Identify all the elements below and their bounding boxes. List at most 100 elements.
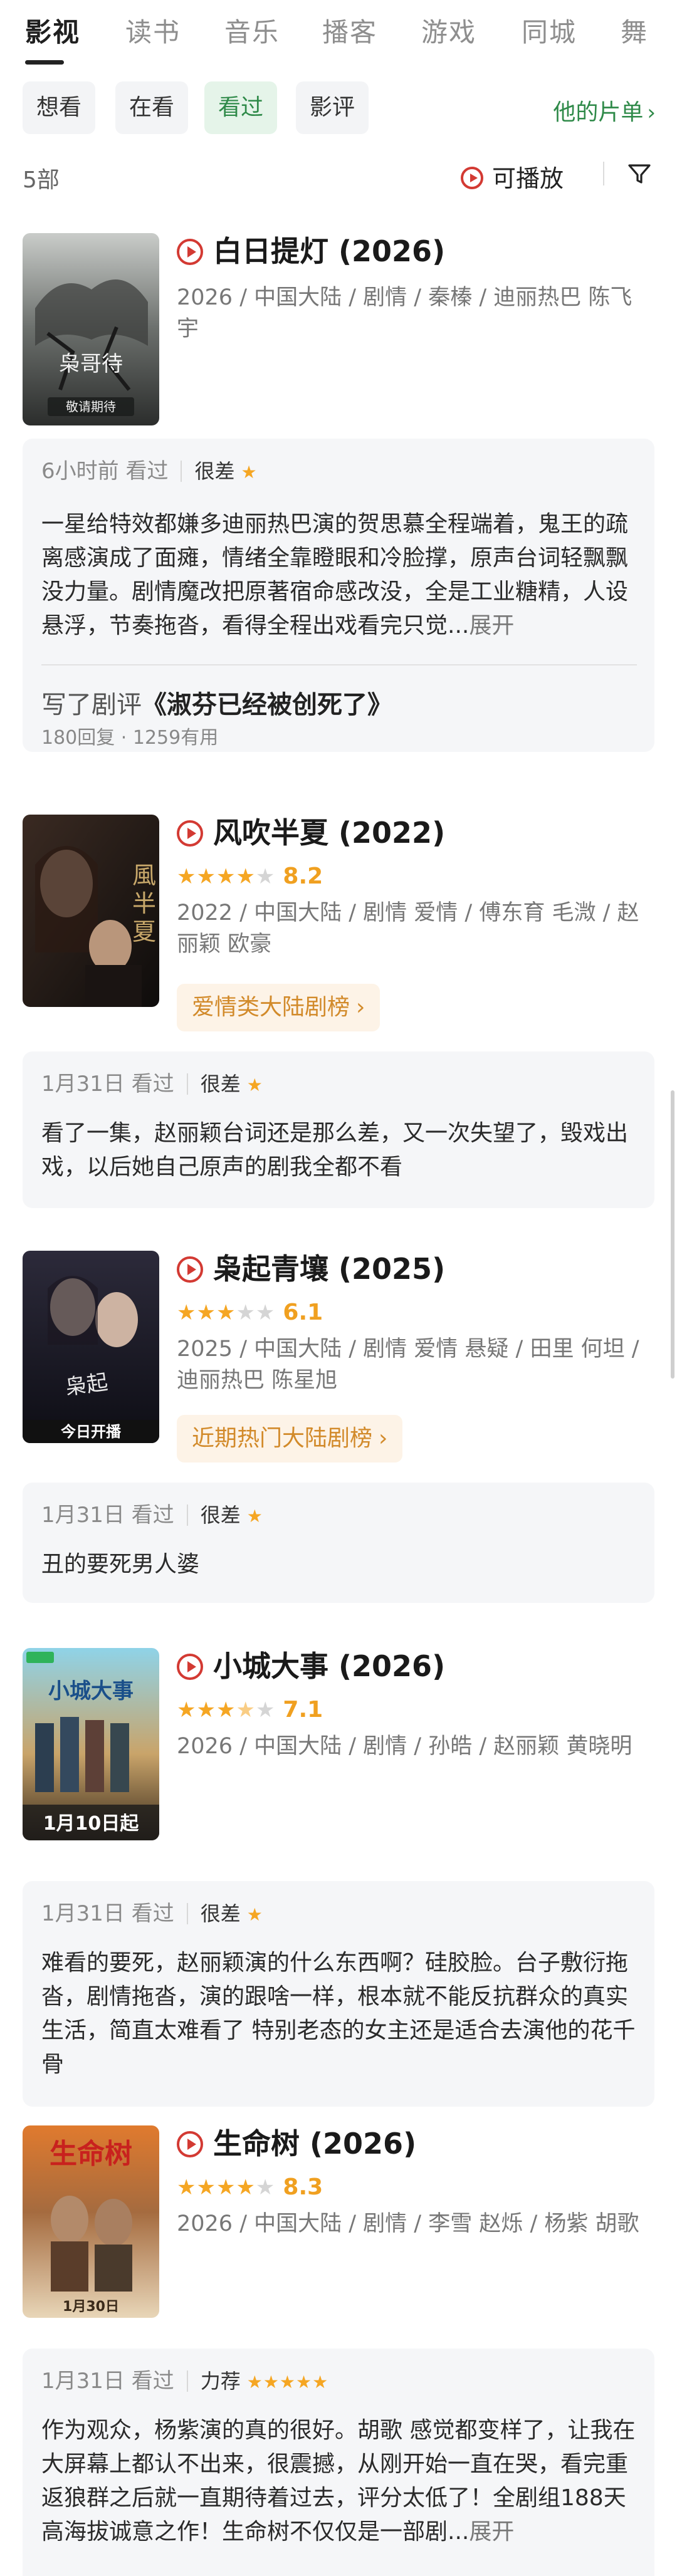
- tab-games[interactable]: 游戏: [421, 11, 476, 50]
- review-text: 看了一集，赵丽颖台词还是那么差，又一次失望了，毁戏出戏，以后她自己原声的剧我全都…: [41, 1120, 629, 1180]
- divider: [181, 461, 182, 482]
- rating-row: ★★★★★ 7.1: [177, 1696, 323, 1724]
- subtab-reviews[interactable]: 影评: [296, 81, 369, 134]
- rating-stars: ★: [246, 1904, 263, 1925]
- his-list-link[interactable]: 他的片单 ›: [553, 94, 656, 127]
- movie-title-row[interactable]: 白日提灯 (2026): [177, 233, 445, 269]
- chevron-right-icon: ›: [356, 994, 365, 1020]
- movie-poster[interactable]: 枭哥待 敬请期待: [23, 233, 159, 425]
- review-text: 丑的要死男人婆: [41, 1551, 200, 1577]
- rank-chip[interactable]: 爱情类大陆剧榜 ›: [177, 984, 380, 1031]
- play-circle-icon[interactable]: [177, 820, 203, 847]
- poster-caption: 敬请期待: [66, 399, 116, 414]
- scrollbar[interactable]: [671, 1090, 674, 1379]
- rating-stars: ★★★★★: [177, 1300, 276, 1325]
- review-card[interactable]: 1月31日 看过 很差 ★ 看了一集，赵丽颖台词还是那么差，又一次失望了，毁戏出戏，…: [23, 1051, 654, 1208]
- review-text: 一星给特效都嫌多迪丽热巴演的贺思慕全程端着，鬼王的疏离感演成了面瘫，情绪全靠瞪眼…: [41, 508, 637, 643]
- movie-title-row[interactable]: 小城大事 (2026): [177, 1648, 445, 1684]
- review-text-content: 一星给特效都嫌多迪丽热巴演的贺思慕全程端着，鬼王的疏离感演成了面瘫，情绪全靠瞪眼…: [41, 511, 629, 639]
- poster-caption: 1月10日起: [43, 1813, 140, 1835]
- review-grade: 很差: [200, 1072, 241, 1096]
- movie-title-row[interactable]: 风吹半夏 (2022): [177, 815, 445, 851]
- play-circle-icon[interactable]: [177, 2131, 203, 2157]
- category-tabs: 影视 读书 音乐 播客 游戏 同城 舞: [0, 0, 677, 69]
- tab-movies[interactable]: 影视: [25, 11, 80, 50]
- svg-text:半: 半: [132, 890, 156, 917]
- rating-stars: ★: [246, 1075, 263, 1095]
- rank-label: 近期热门大陆剧榜: [192, 1426, 373, 1451]
- rating-stars: ★★★★★: [177, 864, 276, 889]
- playable-filter[interactable]: 可播放: [461, 159, 564, 194]
- tab-podcasts[interactable]: 播客: [322, 11, 377, 50]
- review-time: 1月31日 看过: [41, 1072, 174, 1097]
- review-grade: 很差: [200, 1503, 241, 1527]
- svg-text:風: 風: [132, 862, 156, 889]
- article-stats: 180回复 · 1259有用: [41, 727, 219, 749]
- movie-meta: 2022 / 中国大陆 / 剧情 爱情 / 傅东育 毛溦 / 赵丽颖 欧豪: [177, 900, 639, 957]
- expand-link[interactable]: 展开: [469, 2519, 514, 2545]
- tab-books[interactable]: 读书: [125, 11, 181, 50]
- subtab-want[interactable]: 想看: [23, 81, 96, 134]
- review-time: 6小时前 看过: [41, 459, 169, 484]
- movie-poster[interactable]: 枭起 今日开播: [23, 1251, 159, 1443]
- divider: [41, 664, 637, 665]
- movie-title: 小城大事 (2026): [213, 1649, 446, 1683]
- divider: [603, 162, 604, 185]
- rating-score: 8.3: [283, 2174, 323, 2200]
- rank-label: 爱情类大陆剧榜: [192, 994, 350, 1020]
- rating-stars: ★★★★★: [177, 2175, 276, 2200]
- review-header: 1月31日 看过 很差 ★: [41, 1500, 263, 1530]
- review-card[interactable]: 1月31日 看过 很差 ★ 难看的要死，赵丽颖演的什么东西啊？硅胶脸。台子敷衍拖沓，…: [23, 1881, 654, 2107]
- expand-link[interactable]: 展开: [469, 613, 514, 639]
- rating-stars: ★★★★★: [246, 2372, 329, 2392]
- movie-title-row[interactable]: 枭起青壤 (2025): [177, 1251, 445, 1287]
- svg-text:小城大事: 小城大事: [48, 1679, 134, 1704]
- rating-stars: ★★★★★: [177, 1697, 276, 1723]
- divider: [186, 1504, 188, 1526]
- movie-poster[interactable]: 風 半 夏: [23, 815, 159, 1007]
- movie-poster[interactable]: 小城大事 1月10日起: [23, 1648, 159, 1840]
- review-text: 难看的要死，赵丽颖演的什么东西啊？硅胶脸。台子敷衍拖沓，剧情拖沓，演的跟啥一样，…: [41, 1950, 636, 2077]
- review-header: 1月31日 看过 力荐 ★★★★★: [41, 2366, 328, 2396]
- svg-text:枭哥待: 枭哥待: [59, 352, 123, 377]
- movie-title: 白日提灯 (2026): [213, 234, 446, 268]
- review-card[interactable]: 1月31日 看过 很差 ★ 丑的要死男人婆: [23, 1483, 654, 1603]
- rank-chip[interactable]: 近期热门大陆剧榜 ›: [177, 1415, 403, 1463]
- movie-poster[interactable]: 生命树 1月30日: [23, 2125, 159, 2318]
- rating-score: 7.1: [283, 1697, 323, 1723]
- movie-title-row[interactable]: 生命树 (2026): [177, 2125, 416, 2162]
- review-card[interactable]: 6小时前 看过 很差 ★ 一星给特效都嫌多迪丽热巴演的贺思慕全程端着，鬼王的疏离感演…: [23, 439, 654, 752]
- rating-row: ★★★★★ 8.2: [177, 862, 323, 891]
- review-card[interactable]: 1月31日 看过 力荐 ★★★★★ 作为观众，杨紫演的真的很好。胡歌 感觉都变样了，…: [23, 2349, 654, 2576]
- rating-score: 6.1: [283, 1300, 323, 1325]
- rating-row: ★★★★★ 8.3: [177, 2173, 323, 2202]
- divider: [186, 2370, 188, 2392]
- review-text: 作为观众，杨紫演的真的很好。胡歌 感觉都变样了，让我在大屏幕上都认不出来，很震撼…: [41, 2414, 637, 2549]
- article-prefix: 写了剧评: [41, 691, 142, 719]
- review-text-content: 作为观众，杨紫演的真的很好。胡歌 感觉都变样了，让我在大屏幕上都认不出来，很震撼…: [41, 2417, 636, 2545]
- tab-dance[interactable]: 舞: [621, 11, 648, 50]
- review-header: 1月31日 看过 很差 ★: [41, 1899, 263, 1929]
- filter-icon[interactable]: [627, 162, 652, 187]
- chevron-right-icon: ›: [647, 100, 656, 125]
- play-circle-icon[interactable]: [177, 1256, 203, 1283]
- movie-meta: 2026 / 中国大陆 / 剧情 / 李雪 赵烁 / 杨紫 胡歌: [177, 2211, 639, 2236]
- play-circle-icon[interactable]: [177, 1654, 203, 1680]
- divider: [186, 1903, 188, 1924]
- review-grade: 很差: [200, 1902, 241, 1926]
- review-article-link[interactable]: 写了剧评《淑芬已经被创死了》: [41, 684, 392, 721]
- tab-local[interactable]: 同城: [522, 11, 577, 50]
- play-circle-icon[interactable]: [177, 239, 203, 265]
- review-header: 1月31日 看过 很差 ★: [41, 1069, 263, 1099]
- movie-title: 枭起青壤 (2025): [213, 1252, 446, 1286]
- movie-title: 生命树 (2026): [213, 2127, 417, 2161]
- review-grade: 很差: [194, 459, 235, 483]
- movie-title: 风吹半夏 (2022): [213, 816, 446, 850]
- poster-caption: 1月30日: [63, 2299, 119, 2315]
- article-title: 《淑芬已经被创死了》: [142, 691, 392, 719]
- his-list-label: 他的片单: [553, 100, 644, 125]
- subtab-watching[interactable]: 在看: [115, 81, 189, 134]
- play-circle-icon: [461, 167, 483, 189]
- subtab-watched[interactable]: 看过: [204, 81, 278, 134]
- tab-music[interactable]: 音乐: [224, 11, 280, 50]
